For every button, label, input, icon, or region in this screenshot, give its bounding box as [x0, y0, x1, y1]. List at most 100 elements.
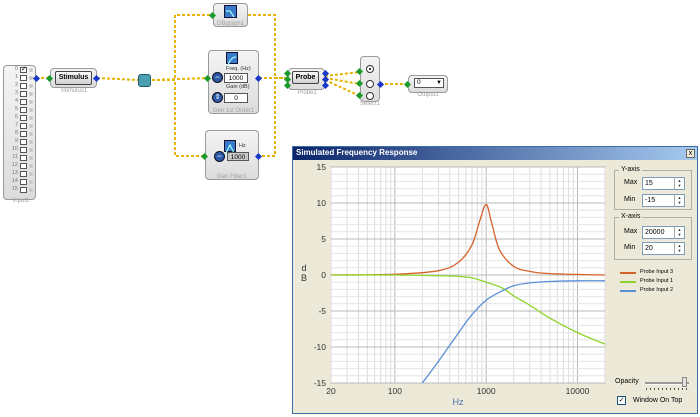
hz-field[interactable]: 1000 — [227, 152, 249, 161]
input-channel-checkbox[interactable] — [20, 123, 27, 129]
chart-legend: Probe Input 3 Probe Input 1 Probe Input 2 — [620, 268, 695, 295]
input-channel-port[interactable] — [29, 132, 33, 136]
opacity-label: Opacity — [615, 378, 639, 385]
gen-1st-order-label: Gen 1st Order1 — [212, 108, 255, 114]
freq-knob-icon[interactable]: ⇔ — [212, 72, 223, 83]
y-tick-label: -15 — [314, 378, 327, 388]
input-channel-label: 4 — [14, 98, 18, 104]
peak-filter-icon[interactable] — [224, 140, 236, 154]
input-channel-label: 5 — [14, 106, 18, 112]
input-channel-label: 3 — [14, 90, 18, 96]
x-max-spinner[interactable]: 20000 ▲ ▼ — [642, 226, 685, 239]
input-channel-checkbox[interactable] — [20, 147, 27, 153]
probe-label: Probe1 — [297, 90, 317, 96]
gen-filter-label: Gen Filter1 — [217, 174, 247, 180]
db-graph-label: DBgraph1 — [216, 21, 245, 27]
y-max-label: Max — [624, 179, 638, 186]
y-min-spinner[interactable]: -15 ▲ ▼ — [642, 194, 685, 207]
spinner-arrows-icon[interactable]: ▲ ▼ — [674, 195, 684, 206]
input-channel-port[interactable] — [29, 140, 33, 144]
window-title: Simulated Frequency Response — [296, 148, 418, 157]
select-radio-3[interactable] — [366, 92, 374, 100]
x-tick-label: 100 — [388, 386, 402, 396]
y-min-value: -15 — [645, 197, 656, 204]
spinner-arrows-icon[interactable]: ▲ ▼ — [674, 227, 684, 238]
input-channel-label: 12 — [11, 162, 18, 168]
opacity-slider-thumb[interactable] — [682, 377, 687, 387]
y-tick-label: 10 — [317, 198, 327, 208]
chevron-down-icon[interactable]: ▼ — [436, 79, 442, 87]
x-min-value: 20 — [645, 245, 653, 252]
window-titlebar[interactable]: Simulated Frequency Response x — [293, 147, 697, 160]
y-tick-label: 0 — [321, 270, 326, 280]
y-tick-label: -10 — [314, 342, 327, 352]
input-channel-checkbox[interactable] — [20, 163, 27, 169]
input-channel-label: 2 — [14, 82, 18, 88]
input-channel-port[interactable] — [29, 100, 33, 104]
x-min-spinner[interactable]: 20 ▲ ▼ — [642, 242, 685, 255]
x-max-label: Max — [624, 228, 638, 235]
spinner-arrows-icon[interactable]: ▲ ▼ — [674, 178, 684, 189]
input-channel-checkbox[interactable] — [20, 179, 27, 185]
opacity-slider[interactable] — [645, 377, 689, 391]
input-channel-port[interactable] — [29, 188, 33, 192]
gain-knob-icon[interactable]: ⇕ — [212, 92, 223, 103]
input-channel-label: 7 — [14, 122, 18, 128]
input-channel-port[interactable] — [29, 108, 33, 112]
y-axis-title: Y-axis — [619, 166, 642, 173]
legend-item: Probe Input 3 — [620, 268, 695, 277]
input-channel-port[interactable] — [29, 68, 33, 72]
legend-label: Probe Input 3 — [640, 269, 674, 275]
input-channel-checkbox[interactable] — [20, 75, 27, 81]
input-channel-label: 1 — [14, 74, 18, 80]
filter-curve-icon[interactable] — [226, 52, 238, 66]
select-label: Select1 — [359, 101, 380, 107]
splitter-node[interactable] — [138, 74, 151, 87]
y-tick-label: -5 — [318, 306, 326, 316]
input-channel-port[interactable] — [29, 172, 33, 176]
input-channel-label: 10 — [11, 146, 18, 152]
x-tick-label: 1000 — [477, 386, 496, 396]
select-radio-2[interactable] — [366, 80, 374, 88]
input-channel-checkbox[interactable] — [20, 155, 27, 161]
input-channel-checkbox[interactable] — [20, 91, 27, 97]
window-on-top-checkbox[interactable]: ✓ — [617, 396, 626, 405]
input-channel-checkbox[interactable] — [20, 171, 27, 177]
x-axis-label: Hz — [453, 397, 464, 407]
input-channel-checkbox[interactable] — [20, 83, 27, 89]
freq-field[interactable]: 1000 — [224, 73, 248, 83]
input-channel-checkbox[interactable] — [20, 187, 27, 193]
output-dropdown[interactable]: 0 ▼ — [414, 78, 444, 88]
input-channel-port[interactable] — [29, 148, 33, 152]
select-radio-1[interactable] — [366, 65, 374, 73]
input-channel-checkbox[interactable]: ✓ — [20, 66, 27, 73]
gain-field[interactable]: 0 — [224, 93, 248, 103]
x-tick-label: 10000 — [566, 386, 590, 396]
input-channel-port[interactable] — [29, 124, 33, 128]
input-channel-checkbox[interactable] — [20, 99, 27, 105]
input-channel-port[interactable] — [29, 164, 33, 168]
frequency-chart: 15 10 5 0 -5 -10 -1520 100 1000 10000 Hz dB — [301, 162, 606, 407]
legend-label: Probe Input 1 — [640, 278, 674, 284]
hz-knob-icon[interactable]: ⇔ — [214, 151, 225, 162]
input-channel-port[interactable] — [29, 116, 33, 120]
input-channel-label: 13 — [11, 170, 18, 176]
input-channel-checkbox[interactable] — [20, 139, 27, 145]
legend-swatch — [620, 290, 636, 292]
input-channel-port[interactable] — [29, 180, 33, 184]
close-button[interactable]: x — [686, 149, 695, 158]
legend-item: Probe Input 1 — [620, 277, 695, 286]
y-max-spinner[interactable]: 15 ▲ ▼ — [642, 177, 685, 190]
stimulus-button[interactable]: Stimulus — [55, 71, 92, 85]
input-channel-checkbox[interactable] — [20, 107, 27, 113]
probe-button[interactable]: Probe — [292, 71, 319, 84]
spinner-arrows-icon[interactable]: ▲ ▼ — [674, 243, 684, 254]
input-channel-port[interactable] — [29, 156, 33, 160]
input-channel-checkbox[interactable] — [20, 115, 27, 121]
input-channel-port[interactable] — [29, 84, 33, 88]
input-channel-checkbox[interactable] — [20, 131, 27, 137]
stimulus-label: Stimulus1 — [60, 88, 88, 94]
db-graph-icon[interactable] — [224, 5, 237, 18]
input-channel-port[interactable] — [29, 92, 33, 96]
gain-label: Gain (dB) — [226, 84, 250, 90]
